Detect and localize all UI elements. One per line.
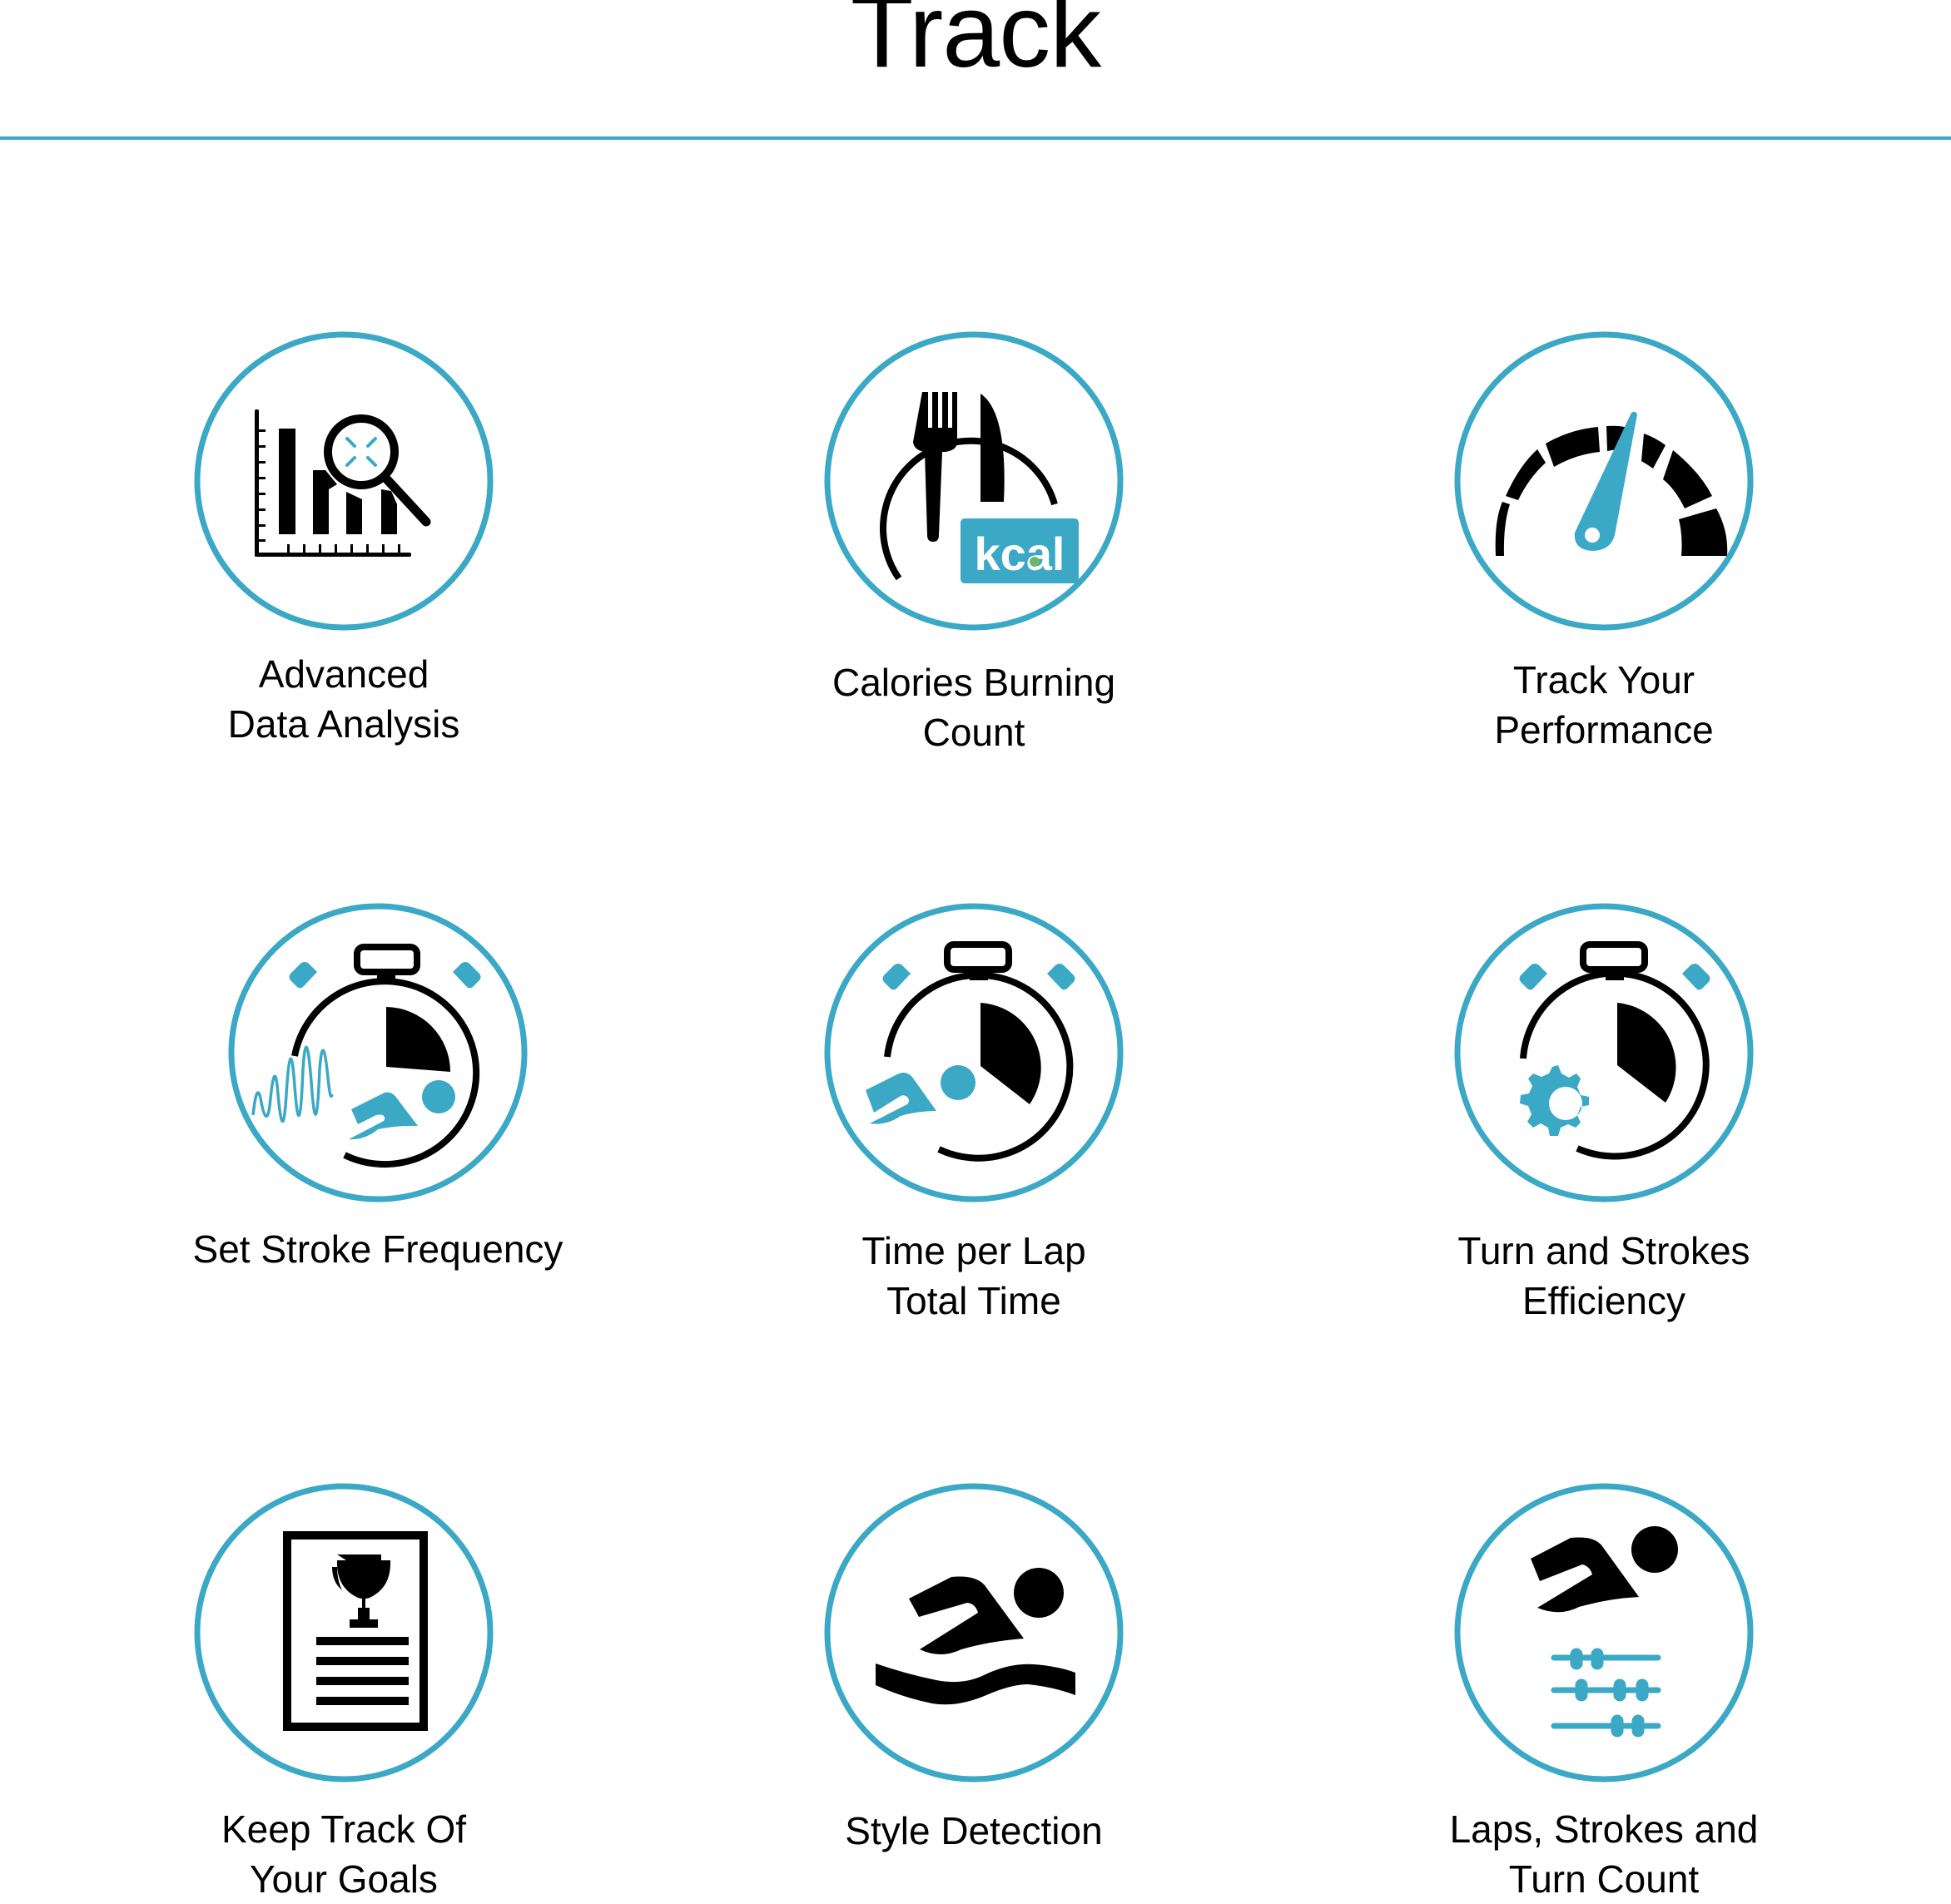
label-line: Total Time — [886, 1279, 1061, 1322]
data-analysis-icon — [194, 331, 494, 631]
feature-label: Laps, Strokes and Turn Count — [1396, 1804, 1812, 1904]
label-line: Advanced — [258, 652, 429, 696]
feature-label: Turn and Strokes Efficiency — [1396, 1226, 1812, 1326]
kcal-badge: kcal — [975, 528, 1065, 580]
speedometer-icon — [1454, 331, 1754, 631]
label-line: Laps, Strokes and — [1449, 1807, 1759, 1851]
abacus-counter-icon — [1551, 1648, 1661, 1738]
label-line: Time per Lap — [861, 1229, 1086, 1272]
label-line: Style Detection — [845, 1809, 1103, 1852]
label-line: Your Goals — [250, 1857, 438, 1901]
feature-label: Set Stroke Frequency — [170, 1224, 586, 1274]
label-line: Track Your — [1512, 658, 1695, 702]
label-line: Turn and Strokes — [1457, 1229, 1750, 1272]
label-line: Keep Track Of — [221, 1807, 466, 1851]
lap-time-stopwatch-icon — [824, 903, 1124, 1202]
trophy-icon — [332, 1554, 391, 1628]
goals-trophy-document-icon — [194, 1483, 494, 1783]
feature-label: Keep Track Of Your Goals — [136, 1804, 552, 1904]
title-divider — [0, 136, 1951, 140]
feature-label: Style Detection — [766, 1806, 1182, 1856]
label-line: Set Stroke Frequency — [192, 1227, 563, 1271]
stroke-frequency-stopwatch-icon — [228, 903, 528, 1202]
feature-label: Time per Lap Total Time — [766, 1226, 1182, 1326]
label-line: Efficiency — [1522, 1279, 1686, 1322]
label-line: Data Analysis — [227, 702, 460, 746]
label-line: Calories Burning — [832, 661, 1116, 704]
label-line: Turn Count — [1508, 1857, 1700, 1901]
swimmer-icon — [824, 1483, 1124, 1783]
page-title: Track — [850, 0, 1101, 89]
feature-label: Track Your Performance — [1396, 655, 1812, 755]
label-line: Performance — [1494, 708, 1714, 751]
feature-label: Advanced Data Analysis — [136, 649, 552, 749]
label-line: Count — [922, 711, 1025, 754]
efficiency-stopwatch-gear-icon — [1454, 903, 1754, 1202]
calories-icon: kcal — [824, 331, 1124, 631]
swimmer-counter-icon — [1454, 1483, 1754, 1783]
feature-label: Calories Burning Count — [766, 657, 1182, 757]
gear-icon — [1520, 1065, 1589, 1136]
